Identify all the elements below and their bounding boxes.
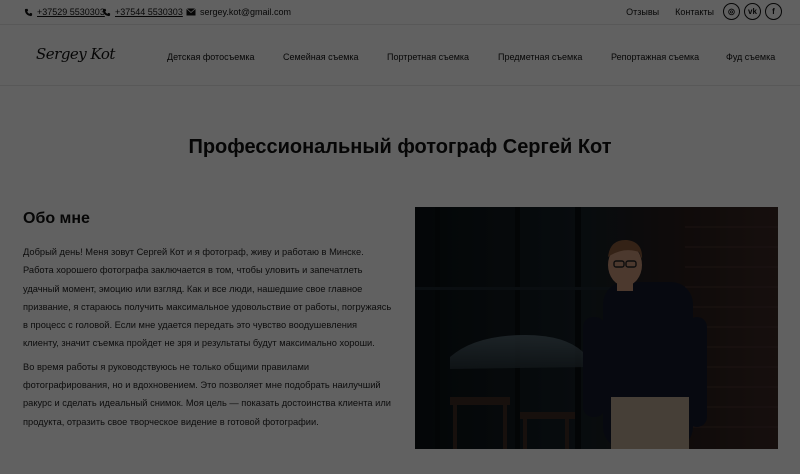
email-link[interactable]: sergey.kot@gmail.com bbox=[186, 7, 291, 17]
header: Sergey Kot Детская фотосъемка Семейная с… bbox=[0, 24, 800, 86]
phone-icon bbox=[102, 8, 111, 16]
phone-icon bbox=[24, 8, 33, 16]
about-text: Добрый день! Меня зовут Сергей Кот и я ф… bbox=[23, 243, 393, 431]
phone-number-1[interactable]: +37529 5530303 bbox=[37, 7, 105, 17]
reviews-link[interactable]: Отзывы bbox=[626, 7, 659, 17]
nav-item-product[interactable]: Предметная съемка bbox=[498, 52, 582, 62]
contacts-link[interactable]: Контакты bbox=[675, 7, 714, 17]
page: +37529 5530303 +37544 5530303 sergey.kot… bbox=[0, 0, 800, 474]
phone-number-2[interactable]: +37544 5530303 bbox=[115, 7, 183, 17]
mail-icon bbox=[186, 8, 196, 16]
nav-item-food[interactable]: Фуд съемка bbox=[726, 52, 775, 62]
facebook-icon[interactable]: f bbox=[765, 3, 782, 20]
top-bar: +37529 5530303 +37544 5530303 sergey.kot… bbox=[0, 0, 800, 24]
photo-illustration bbox=[415, 207, 778, 449]
nav-item-family[interactable]: Семейная съемка bbox=[283, 52, 359, 62]
about-heading: Обо мне bbox=[23, 210, 90, 227]
page-title: Профессиональный фотограф Сергей Кот bbox=[188, 136, 612, 158]
nav-item-kids[interactable]: Детская фотосъемка bbox=[167, 52, 255, 62]
nav-item-portrait[interactable]: Портретная съемка bbox=[387, 52, 469, 62]
top-links: Отзывы Контакты bbox=[626, 7, 714, 17]
logo[interactable]: Sergey Kot bbox=[36, 45, 115, 63]
phone-link-2[interactable]: +37544 5530303 bbox=[102, 7, 183, 17]
about-paragraph-1: Добрый день! Меня зовут Сергей Кот и я ф… bbox=[23, 247, 392, 349]
nav-item-reportage[interactable]: Репортажная съемка bbox=[611, 52, 699, 62]
phone-link-1[interactable]: +37529 5530303 bbox=[24, 7, 105, 17]
social-links: ◎ vk f bbox=[723, 3, 782, 20]
vk-icon[interactable]: vk bbox=[744, 3, 761, 20]
email-address[interactable]: sergey.kot@gmail.com bbox=[200, 7, 291, 17]
about-paragraph-2: Во время работы я руководствуюсь не толь… bbox=[23, 361, 391, 427]
photographer-photo bbox=[415, 207, 778, 449]
instagram-icon[interactable]: ◎ bbox=[723, 3, 740, 20]
